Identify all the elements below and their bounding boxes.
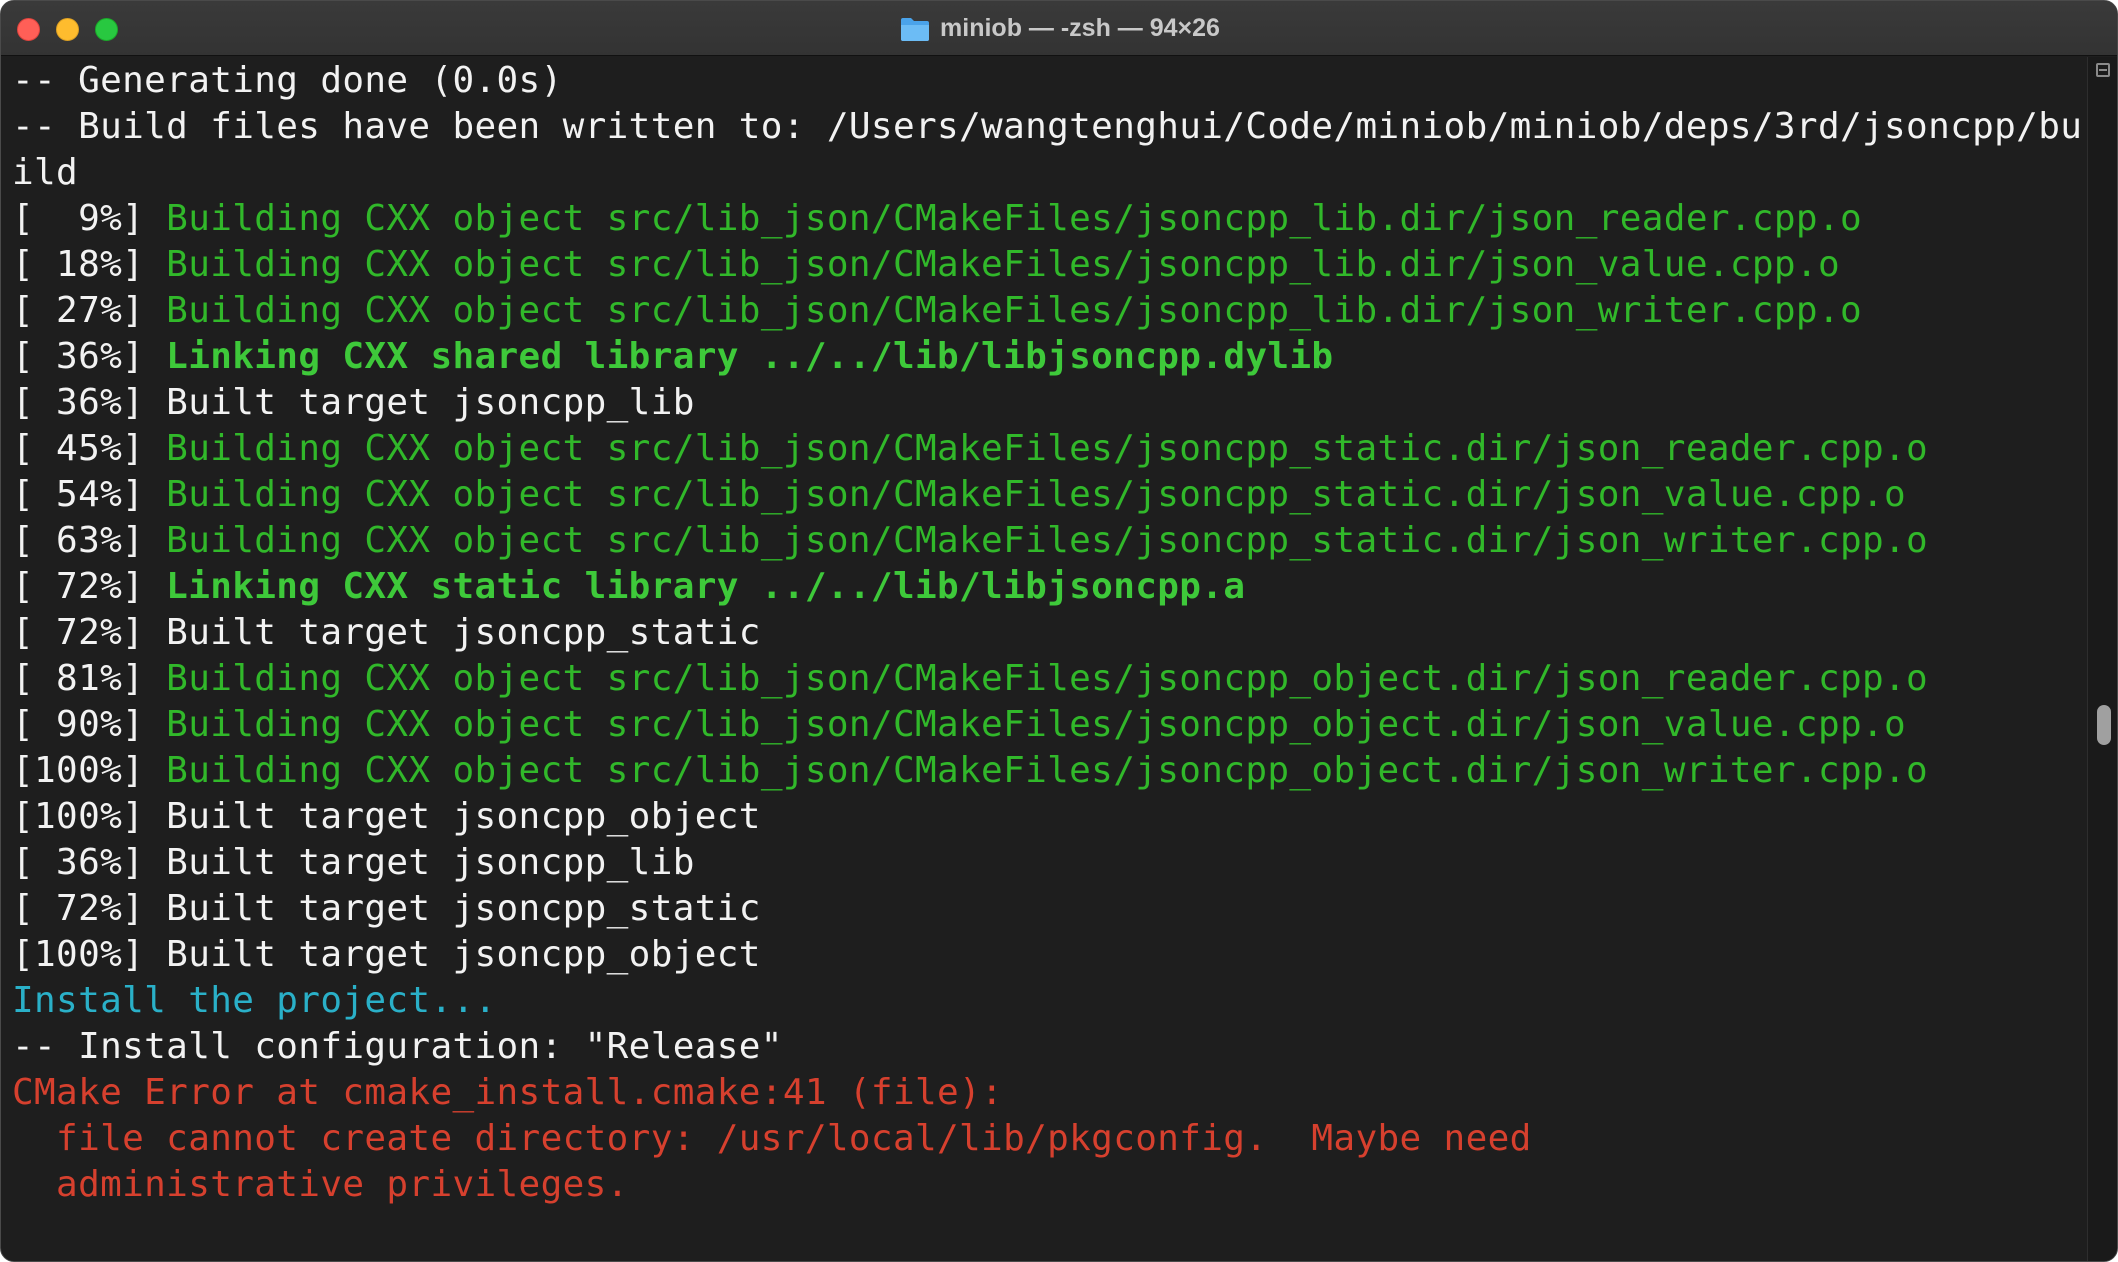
line-text: Built target jsoncpp_static [166, 888, 761, 929]
line-text: -- Install configuration: "Release" [12, 1026, 783, 1067]
terminal-line: [ 36%] Built target jsoncpp_lib [12, 840, 2087, 886]
progress-percent: [ 72%] [12, 566, 167, 607]
line-text: Building CXX object src/lib_json/CMakeFi… [166, 428, 1929, 469]
line-text: Building CXX object src/lib_json/CMakeFi… [166, 474, 1907, 515]
progress-percent: [ 90%] [12, 704, 167, 745]
progress-percent: [ 72%] [12, 612, 167, 653]
terminal-line: [ 9%] Building CXX object src/lib_json/C… [12, 196, 2087, 242]
terminal-line: [ 90%] Building CXX object src/lib_json/… [12, 702, 2087, 748]
progress-percent: [ 27%] [12, 290, 167, 331]
line-text: CMake Error at cmake_install.cmake:41 (f… [12, 1072, 1004, 1113]
terminal-output[interactable]: -- Generating done (0.0s) -- Build files … [1, 57, 2087, 1261]
progress-percent: [100%] [12, 934, 167, 975]
terminal-line: ild [12, 150, 2087, 196]
progress-percent: [100%] [12, 796, 167, 837]
terminal-line: [ 63%] Building CXX object src/lib_json/… [12, 518, 2087, 564]
progress-percent: [ 72%] [12, 888, 167, 929]
scroll-to-top-icon[interactable] [2096, 63, 2110, 77]
terminal-line: administrative privileges. [12, 1162, 2087, 1208]
line-text: Built target jsoncpp_static [166, 612, 761, 653]
progress-percent: [ 9%] [12, 198, 167, 239]
progress-percent: [ 18%] [12, 244, 167, 285]
terminal-line: [ 72%] Linking CXX static library ../../… [12, 564, 2087, 610]
progress-percent: [100%] [12, 750, 167, 791]
terminal-line: CMake Error at cmake_install.cmake:41 (f… [12, 1070, 2087, 1116]
line-text: -- Build files have been written to: /Us… [12, 106, 2083, 147]
terminal-window: miniob — -zsh — 94×26 -- Generating done… [0, 0, 2118, 1262]
line-text: Building CXX object src/lib_json/CMakeFi… [166, 198, 1863, 239]
vertical-scrollbar[interactable] [2087, 57, 2117, 1261]
terminal-line: [ 45%] Building CXX object src/lib_json/… [12, 426, 2087, 472]
progress-percent: [ 36%] [12, 382, 167, 423]
line-text: administrative privileges. [12, 1164, 629, 1205]
line-text: Building CXX object src/lib_json/CMakeFi… [166, 658, 1929, 699]
terminal-line: [100%] Building CXX object src/lib_json/… [12, 748, 2087, 794]
line-text: Building CXX object src/lib_json/CMakeFi… [166, 520, 1929, 561]
line-text: ild [12, 152, 79, 193]
line-text: Linking CXX shared library ../../lib/lib… [166, 336, 1334, 377]
terminal-line: [ 36%] Built target jsoncpp_lib [12, 380, 2087, 426]
terminal-line: -- Generating done (0.0s) [12, 58, 2087, 104]
terminal-line: [ 36%] Linking CXX shared library ../../… [12, 334, 2087, 380]
progress-percent: [ 45%] [12, 428, 167, 469]
title-bar[interactable]: miniob — -zsh — 94×26 [1, 1, 2117, 56]
terminal-line: [ 27%] Building CXX object src/lib_json/… [12, 288, 2087, 334]
line-text: Built target jsoncpp_object [166, 934, 761, 975]
folder-icon [901, 17, 930, 41]
progress-percent: [ 81%] [12, 658, 167, 699]
terminal-line: [100%] Built target jsoncpp_object [12, 794, 2087, 840]
line-text: -- Generating done (0.0s) [12, 60, 563, 101]
terminal-line: file cannot create directory: /usr/local… [12, 1116, 2087, 1162]
line-text: Built target jsoncpp_object [166, 796, 761, 837]
progress-percent: [ 54%] [12, 474, 167, 515]
progress-percent: [ 36%] [12, 336, 167, 377]
line-text: Building CXX object src/lib_json/CMakeFi… [166, 244, 1840, 285]
line-text: Install the project... [12, 980, 497, 1021]
window-title-container: miniob — -zsh — 94×26 [1, 1, 2117, 56]
line-text: Building CXX object src/lib_json/CMakeFi… [166, 750, 1929, 791]
terminal-line: [ 72%] Built target jsoncpp_static [12, 610, 2087, 656]
terminal-line: -- Install configuration: "Release" [12, 1024, 2087, 1070]
line-text: Building CXX object src/lib_json/CMakeFi… [166, 704, 1907, 745]
progress-percent: [ 36%] [12, 842, 167, 883]
line-text: file cannot create directory: /usr/local… [12, 1118, 1532, 1159]
terminal-line: [ 54%] Building CXX object src/lib_json/… [12, 472, 2087, 518]
line-text: Built target jsoncpp_lib [166, 842, 695, 883]
terminal-line: [ 18%] Building CXX object src/lib_json/… [12, 242, 2087, 288]
scrollbar-thumb[interactable] [2097, 705, 2111, 745]
progress-percent: [ 63%] [12, 520, 167, 561]
line-text: Built target jsoncpp_lib [166, 382, 695, 423]
terminal-line: [ 72%] Built target jsoncpp_static [12, 886, 2087, 932]
terminal-line: [ 81%] Building CXX object src/lib_json/… [12, 656, 2087, 702]
terminal-line: -- Build files have been written to: /Us… [12, 104, 2087, 150]
terminal-line: [100%] Built target jsoncpp_object [12, 932, 2087, 978]
line-text: Linking CXX static library ../../lib/lib… [166, 566, 1246, 607]
terminal-line: Install the project... [12, 978, 2087, 1024]
line-text: Building CXX object src/lib_json/CMakeFi… [166, 290, 1863, 331]
window-title: miniob — -zsh — 94×26 [940, 14, 1220, 42]
